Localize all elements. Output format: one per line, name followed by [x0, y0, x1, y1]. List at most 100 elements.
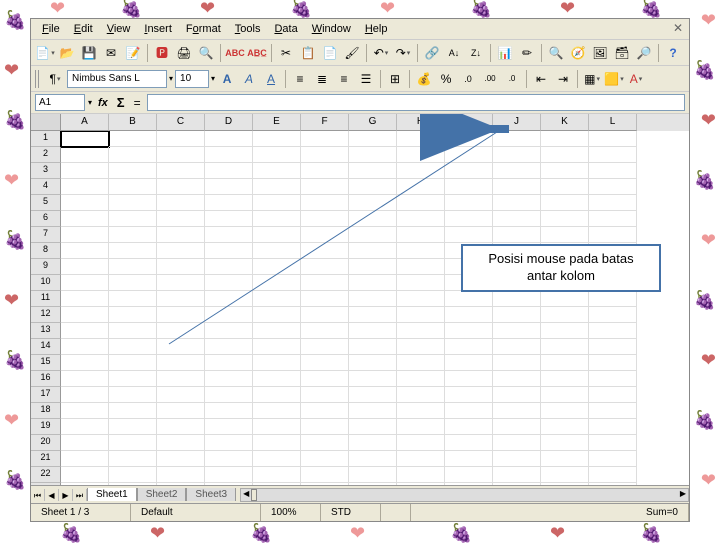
cell-F20[interactable]: [301, 435, 349, 451]
row-header-21[interactable]: 21: [31, 451, 61, 467]
cell-C18[interactable]: [157, 403, 205, 419]
cell-G4[interactable]: [349, 179, 397, 195]
cell-E9[interactable]: [253, 259, 301, 275]
cell-D3[interactable]: [205, 163, 253, 179]
cell-A15[interactable]: [61, 355, 109, 371]
cell-A16[interactable]: [61, 371, 109, 387]
cell-C17[interactable]: [157, 387, 205, 403]
cell-G22[interactable]: [349, 467, 397, 483]
cell-I5[interactable]: [445, 195, 493, 211]
cell-C10[interactable]: [157, 275, 205, 291]
cell-I4[interactable]: [445, 179, 493, 195]
cell-D20[interactable]: [205, 435, 253, 451]
cell-G10[interactable]: [349, 275, 397, 291]
cell-D7[interactable]: [205, 227, 253, 243]
cell-B7[interactable]: [109, 227, 157, 243]
cell-G6[interactable]: [349, 211, 397, 227]
cell-H11[interactable]: [397, 291, 445, 307]
cell-K20[interactable]: [541, 435, 589, 451]
datasources-button[interactable]: 🗃: [612, 43, 632, 63]
cell-K2[interactable]: [541, 147, 589, 163]
cell-L11[interactable]: [589, 291, 637, 307]
cell-H8[interactable]: [397, 243, 445, 259]
cell-J21[interactable]: [493, 451, 541, 467]
cell-C11[interactable]: [157, 291, 205, 307]
cell-L22[interactable]: [589, 467, 637, 483]
cell-G17[interactable]: [349, 387, 397, 403]
cell-A10[interactable]: [61, 275, 109, 291]
cell-L1[interactable]: [589, 131, 637, 147]
cell-J14[interactable]: [493, 339, 541, 355]
cell-G16[interactable]: [349, 371, 397, 387]
tab-sheet3[interactable]: Sheet3: [186, 488, 236, 501]
cell-K1[interactable]: [541, 131, 589, 147]
cell-H23[interactable]: [397, 483, 445, 485]
row-header-16[interactable]: 16: [31, 371, 61, 387]
format-paintbrush-button[interactable]: 🖌: [342, 43, 362, 63]
row-header-13[interactable]: 13: [31, 323, 61, 339]
undo-button[interactable]: ↶: [371, 43, 391, 63]
column-header-J[interactable]: J: [493, 114, 541, 131]
cell-K11[interactable]: [541, 291, 589, 307]
cell-I1[interactable]: [445, 131, 493, 147]
cell-F23[interactable]: [301, 483, 349, 485]
cell-E7[interactable]: [253, 227, 301, 243]
cell-B5[interactable]: [109, 195, 157, 211]
cell-I6[interactable]: [445, 211, 493, 227]
cell-G21[interactable]: [349, 451, 397, 467]
row-header-10[interactable]: 10: [31, 275, 61, 291]
cell-D11[interactable]: [205, 291, 253, 307]
cell-E16[interactable]: [253, 371, 301, 387]
cell-J22[interactable]: [493, 467, 541, 483]
cell-J17[interactable]: [493, 387, 541, 403]
cell-L4[interactable]: [589, 179, 637, 195]
toolbar-grip-icon[interactable]: [35, 70, 41, 88]
cell-L13[interactable]: [589, 323, 637, 339]
cell-H20[interactable]: [397, 435, 445, 451]
cell-A13[interactable]: [61, 323, 109, 339]
chart-button[interactable]: 📊: [495, 43, 515, 63]
cell-I17[interactable]: [445, 387, 493, 403]
cell-H10[interactable]: [397, 275, 445, 291]
cell-C5[interactable]: [157, 195, 205, 211]
column-header-L[interactable]: L: [589, 114, 637, 131]
cell-L5[interactable]: [589, 195, 637, 211]
cell-H14[interactable]: [397, 339, 445, 355]
cell-D19[interactable]: [205, 419, 253, 435]
column-header-H[interactable]: H: [397, 114, 445, 131]
cell-G2[interactable]: [349, 147, 397, 163]
cell-F12[interactable]: [301, 307, 349, 323]
save-button[interactable]: 💾: [79, 43, 99, 63]
row-header-20[interactable]: 20: [31, 435, 61, 451]
cell-G5[interactable]: [349, 195, 397, 211]
row-header-5[interactable]: 5: [31, 195, 61, 211]
cell-A7[interactable]: [61, 227, 109, 243]
cell-F17[interactable]: [301, 387, 349, 403]
cell-C21[interactable]: [157, 451, 205, 467]
cell-I12[interactable]: [445, 307, 493, 323]
cell-E14[interactable]: [253, 339, 301, 355]
cell-A20[interactable]: [61, 435, 109, 451]
row-header-23[interactable]: 23: [31, 483, 61, 485]
cell-I11[interactable]: [445, 291, 493, 307]
align-justify-button[interactable]: ☰: [356, 69, 376, 89]
cell-D15[interactable]: [205, 355, 253, 371]
row-header-18[interactable]: 18: [31, 403, 61, 419]
scrollbar-thumb[interactable]: [251, 489, 257, 501]
cell-G3[interactable]: [349, 163, 397, 179]
cell-H17[interactable]: [397, 387, 445, 403]
cell-B13[interactable]: [109, 323, 157, 339]
column-header-I[interactable]: I: [445, 114, 493, 131]
tab-last-button[interactable]: ⏭: [73, 489, 87, 501]
cell-C7[interactable]: [157, 227, 205, 243]
column-header-G[interactable]: G: [349, 114, 397, 131]
cell-H21[interactable]: [397, 451, 445, 467]
cell-G7[interactable]: [349, 227, 397, 243]
cell-B9[interactable]: [109, 259, 157, 275]
cell-I20[interactable]: [445, 435, 493, 451]
cell-D12[interactable]: [205, 307, 253, 323]
cell-E8[interactable]: [253, 243, 301, 259]
cell-K18[interactable]: [541, 403, 589, 419]
cell-L7[interactable]: [589, 227, 637, 243]
cell-C4[interactable]: [157, 179, 205, 195]
